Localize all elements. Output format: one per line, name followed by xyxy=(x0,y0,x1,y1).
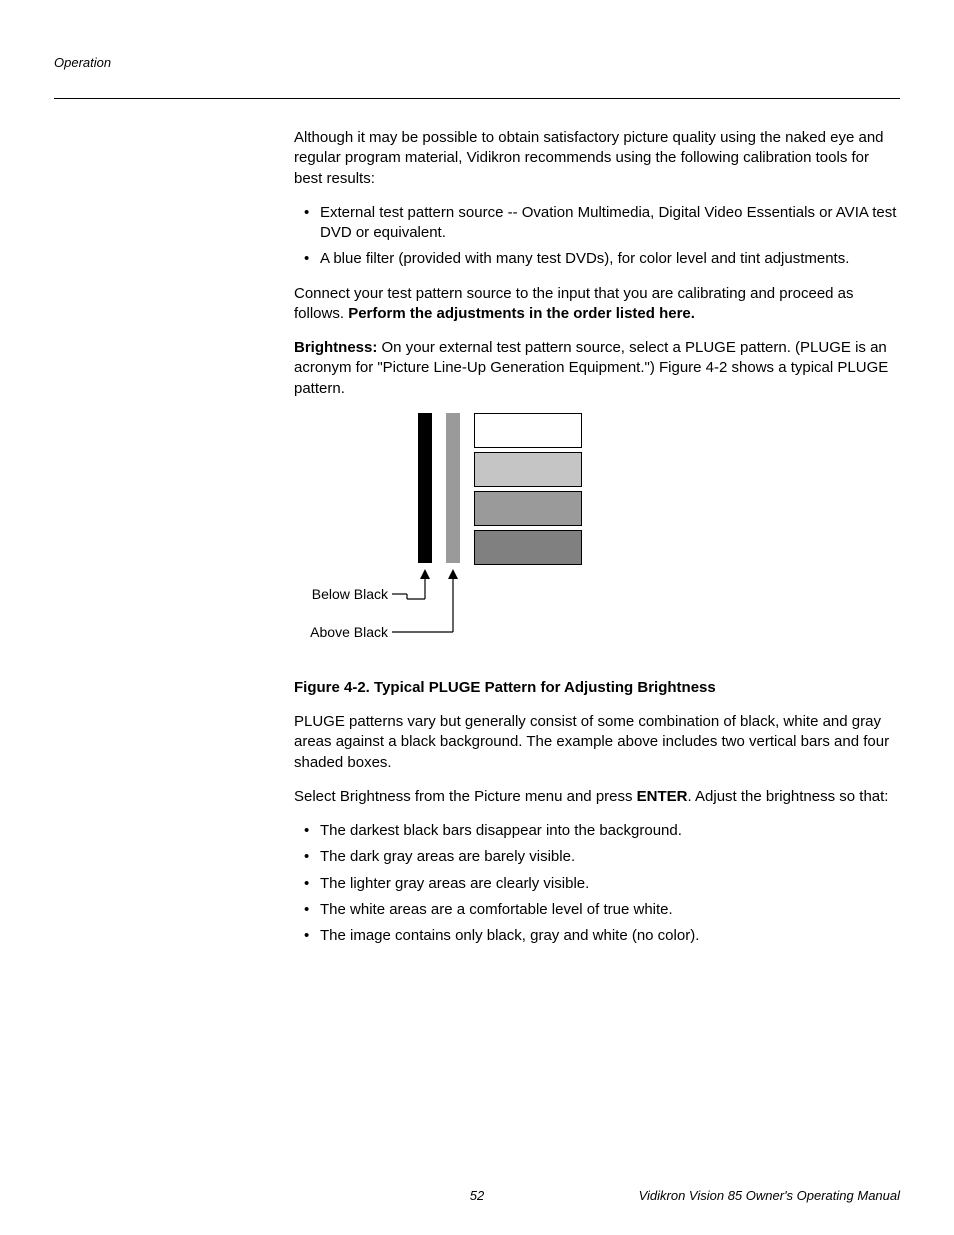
list-item: The white areas are a comfortable level … xyxy=(294,900,900,920)
select-post-text: . Adjust the brightness so that: xyxy=(688,788,889,805)
section-title: Operation xyxy=(54,55,111,70)
connect-paragraph: Connect your test pattern source to the … xyxy=(294,284,900,325)
header-divider xyxy=(54,98,900,99)
list-item: A blue filter (provided with many test D… xyxy=(294,249,900,269)
list-item: The dark gray areas are barely visible. xyxy=(294,847,900,867)
adjust-list: The darkest black bars disappear into th… xyxy=(294,821,900,946)
intro-paragraph: Although it may be possible to obtain sa… xyxy=(294,128,900,189)
figure-caption: Figure 4-2. Typical PLUGE Pattern for Ad… xyxy=(294,678,900,698)
brightness-label: Brightness: xyxy=(294,339,382,356)
brightness-text: On your external test pattern source, se… xyxy=(294,339,888,397)
arrow-diagram xyxy=(294,413,594,663)
brightness-paragraph: Brightness: On your external test patter… xyxy=(294,338,900,399)
page-content: Although it may be possible to obtain sa… xyxy=(294,128,900,960)
enter-key: ENTER xyxy=(637,788,688,805)
list-item: The darkest black bars disappear into th… xyxy=(294,821,900,841)
pluge-figure: Below Black Above Black xyxy=(294,413,900,668)
select-brightness-paragraph: Select Brightness from the Picture menu … xyxy=(294,787,900,807)
list-item: The lighter gray areas are clearly visib… xyxy=(294,874,900,894)
select-pre-text: Select Brightness from the Picture menu … xyxy=(294,788,637,805)
list-item: The image contains only black, gray and … xyxy=(294,926,900,946)
list-item: External test pattern source -- Ovation … xyxy=(294,203,900,244)
tools-list: External test pattern source -- Ovation … xyxy=(294,203,900,270)
pluge-description: PLUGE patterns vary but generally consis… xyxy=(294,712,900,773)
connect-emphasis: Perform the adjustments in the order lis… xyxy=(348,305,695,322)
page-header: Operation xyxy=(54,54,111,72)
manual-title: Vidikron Vision 85 Owner's Operating Man… xyxy=(639,1187,900,1205)
